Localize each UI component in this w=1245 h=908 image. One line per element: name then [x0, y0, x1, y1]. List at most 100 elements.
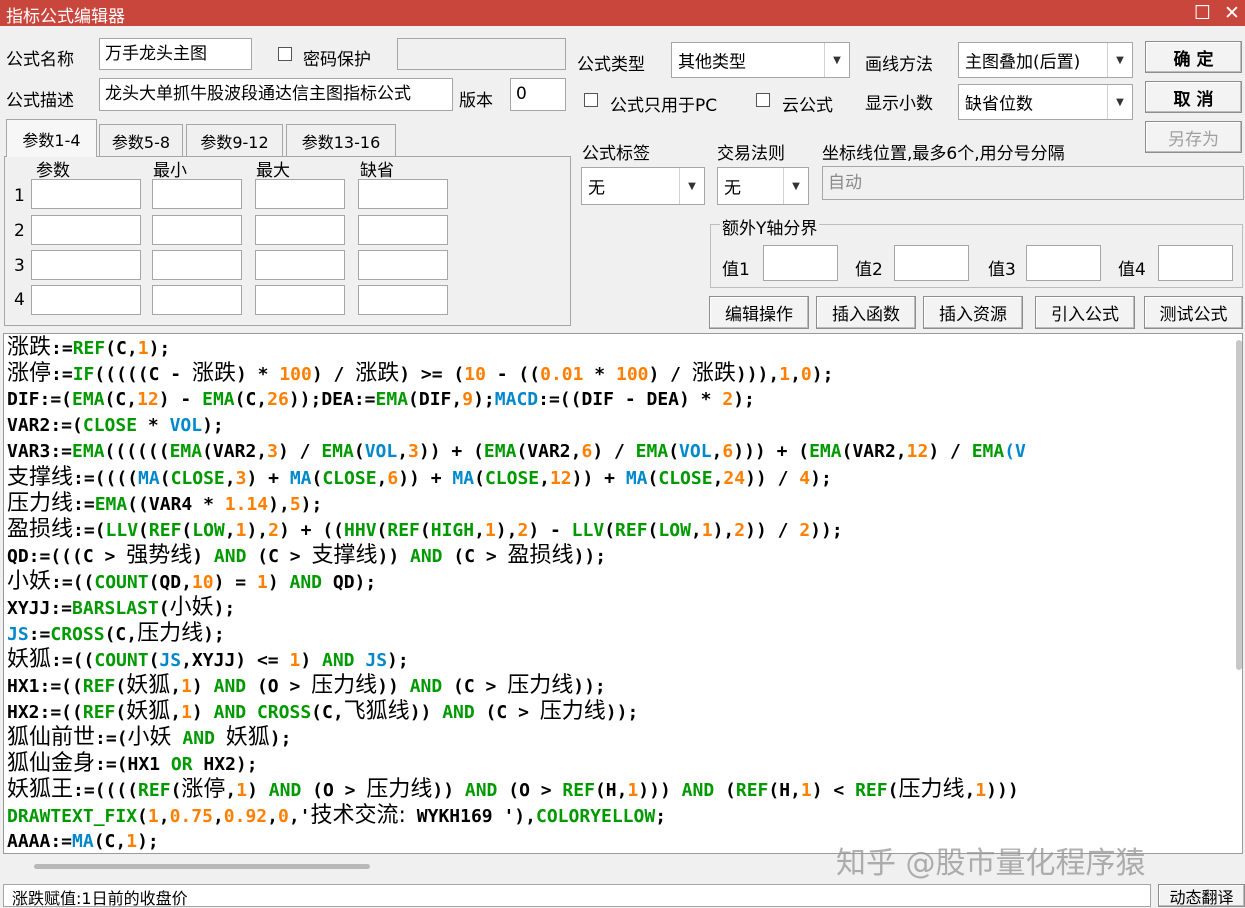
dynamic-translate-button[interactable]: 动态翻译	[1158, 884, 1245, 907]
code-token: );	[387, 650, 409, 671]
tab-params-9-12[interactable]: 参数9-12	[186, 124, 283, 156]
code-token: 9	[462, 389, 474, 410]
password-checkbox[interactable]	[278, 47, 292, 61]
param-name-input[interactable]	[31, 285, 141, 315]
pc-only-checkbox[interactable]	[584, 93, 598, 107]
param-max-input[interactable]	[255, 285, 345, 315]
code-token: AND	[213, 676, 247, 697]
code-line: 妖狐:=((COUNT(JS,XYJJ) <= 1) AND JS);	[7, 647, 409, 674]
formula-type-select[interactable]: 其他类型 ▼	[671, 42, 850, 78]
code-token: IF	[72, 364, 95, 385]
tab-params-1-4[interactable]: 参数1-4	[6, 119, 97, 157]
param-name-input[interactable]	[31, 215, 141, 245]
code-token: 12	[549, 468, 572, 489]
cancel-button[interactable]: 取 消	[1145, 81, 1242, 113]
maximize-icon[interactable]: ☐	[1194, 0, 1211, 26]
param-max-input[interactable]	[255, 250, 345, 280]
code-token: OR	[170, 754, 193, 775]
param-min-input[interactable]	[152, 250, 242, 280]
test-formula-button[interactable]: 测试公式	[1144, 296, 1243, 329]
rule-select[interactable]: 无 ▼	[717, 167, 809, 205]
code-token: 盈损线	[7, 517, 74, 542]
insert-function-button[interactable]: 插入函数	[816, 296, 916, 329]
code-token: ,	[212, 806, 224, 827]
code-token: 10	[464, 364, 486, 385]
code-token: EMA	[483, 441, 517, 462]
formula-name-input[interactable]: 万手龙头主图	[99, 38, 252, 70]
code-token: EMA	[809, 441, 842, 462]
y-value-4-label: 值4	[1118, 260, 1146, 280]
code-token: :=	[51, 364, 73, 385]
code-token: JS	[365, 650, 388, 671]
code-token: (	[159, 468, 171, 489]
edit-ops-button[interactable]: 编辑操作	[709, 296, 809, 329]
y-value-1-input[interactable]	[763, 245, 838, 281]
tag-select[interactable]: 无 ▼	[581, 167, 705, 205]
code-line: 狐仙金身:=(HX1 OR HX2);	[7, 751, 258, 778]
code-token: )) + (	[418, 441, 484, 462]
code-token: );	[300, 494, 323, 515]
code-token: XYJJ:=	[7, 598, 73, 619]
param-header-max: 最大	[256, 161, 290, 181]
code-token: HX1:=((	[7, 676, 83, 697]
code-token: 2	[268, 520, 279, 541]
code-token: ) -	[158, 389, 203, 410]
code-token: (	[647, 468, 659, 489]
code-token: (C,	[104, 389, 138, 410]
axis-input[interactable]: 自动	[822, 166, 1244, 200]
save-as-button[interactable]: 另存为	[1145, 121, 1242, 153]
draw-method-select[interactable]: 主图叠加(后置) ▼	[958, 42, 1133, 78]
code-token: (	[170, 780, 182, 801]
code-editor[interactable]: 涨跌:=REF(C,1); 涨停:=IF(((((C - 涨跌) * 100) /…	[3, 333, 1243, 854]
code-token: 压力线	[507, 673, 574, 698]
param-max-input[interactable]	[255, 179, 345, 209]
param-name-input[interactable]	[31, 250, 141, 280]
y-value-2-input[interactable]	[894, 245, 969, 281]
code-token: 0.92	[223, 806, 268, 827]
close-icon[interactable]: ✕	[1224, 0, 1240, 26]
y-value-3-input[interactable]	[1026, 245, 1101, 281]
code-token: 强势线	[126, 543, 193, 568]
decimals-select[interactable]: 缺省位数 ▼	[958, 84, 1133, 120]
code-token: (	[115, 702, 127, 723]
code-token: (C,	[105, 338, 138, 359]
param-min-input[interactable]	[152, 285, 242, 315]
code-token: 压力线	[137, 621, 204, 646]
code-token: 0.01	[540, 364, 584, 385]
code-token: 1	[289, 650, 301, 671]
code-token: 1	[800, 780, 812, 801]
tab-params-5-8[interactable]: 参数5-8	[99, 124, 183, 156]
param-header-default: 缺省	[360, 161, 394, 181]
horizontal-scrollbar[interactable]	[34, 864, 370, 869]
param-default-input[interactable]	[358, 250, 448, 280]
code-token: HX2:=((	[7, 702, 83, 723]
param-max-input[interactable]	[255, 215, 345, 245]
code-token: 1	[484, 520, 496, 541]
insert-resource-button[interactable]: 插入资源	[923, 296, 1023, 329]
version-input[interactable]: 0	[510, 78, 566, 111]
tab-params-13-16[interactable]: 参数13-16	[286, 124, 396, 156]
cloud-checkbox[interactable]	[756, 93, 770, 107]
y-value-4-input[interactable]	[1158, 245, 1233, 281]
code-token: 妖狐	[126, 699, 171, 724]
vertical-scrollbar[interactable]	[1236, 340, 1242, 670]
param-min-input[interactable]	[152, 215, 242, 245]
param-default-input[interactable]	[358, 215, 448, 245]
param-default-input[interactable]	[358, 179, 448, 209]
param-default-input[interactable]	[358, 285, 448, 315]
param-name-input[interactable]	[31, 179, 141, 209]
ok-button[interactable]: 确 定	[1145, 41, 1242, 73]
chevron-down-icon: ▼	[783, 168, 808, 204]
param-min-input[interactable]	[152, 179, 242, 209]
password-input[interactable]	[397, 38, 566, 70]
import-formula-button[interactable]: 引入公式	[1035, 296, 1135, 329]
code-token: 2	[517, 520, 529, 541]
extra-y-label: 额外Y轴分界	[720, 214, 820, 239]
formula-desc-input[interactable]: 龙头大单抓牛股波段通达信主图指标公式	[99, 78, 453, 111]
axis-label: 坐标线位置,最多6个,用分号分隔	[822, 144, 1065, 164]
code-token: ,	[397, 441, 409, 462]
code-token: 5	[289, 494, 301, 515]
code-token: EMA	[971, 441, 1005, 462]
code-token: WYKH169 '),	[405, 806, 536, 827]
code-token: MA	[289, 468, 312, 489]
